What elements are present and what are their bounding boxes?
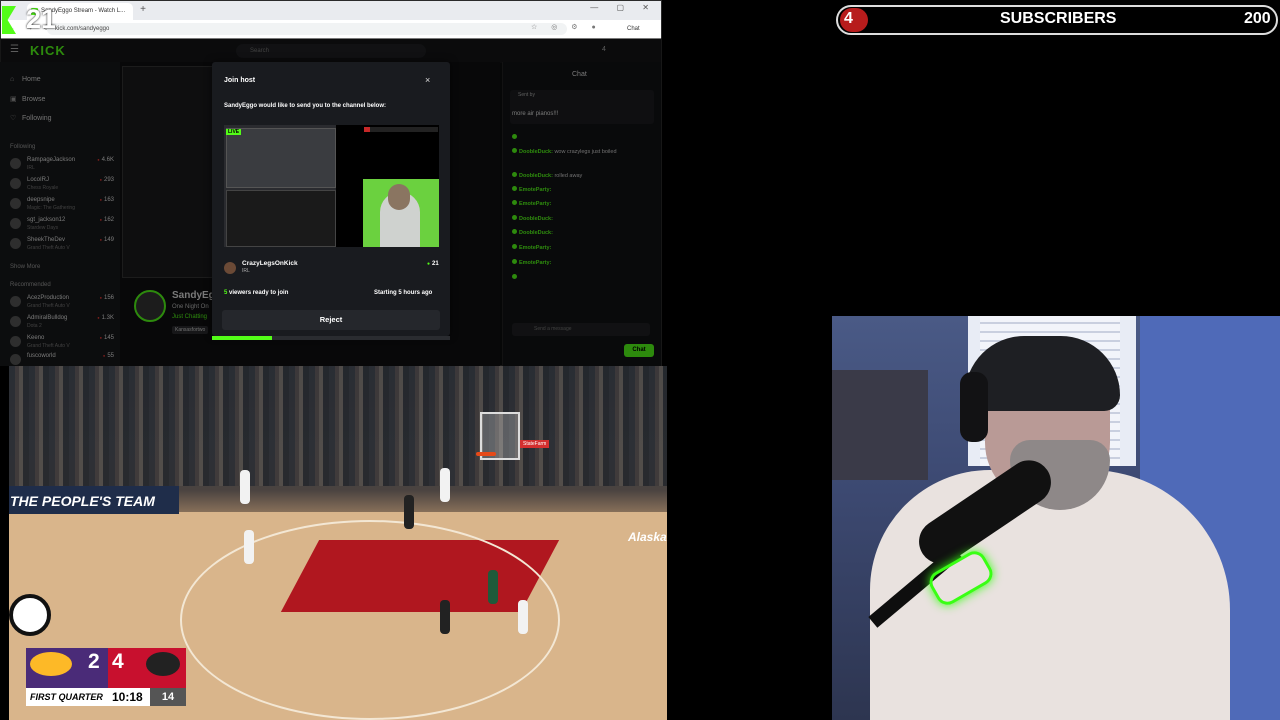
subscriber-goal: 200	[1244, 10, 1271, 27]
window-controls[interactable]: — ▢ ✕	[590, 3, 657, 12]
player	[488, 570, 498, 604]
new-tab-button[interactable]: +	[137, 3, 149, 17]
subscriber-label: SUBSCRIBERS	[1000, 10, 1117, 27]
browser-chat-button[interactable]: Chat	[627, 23, 657, 35]
player	[240, 470, 250, 504]
player	[440, 600, 450, 634]
shot-clock: 14	[150, 688, 186, 706]
blazers-pinwheel-icon	[146, 652, 180, 676]
crowd-stands	[9, 366, 667, 486]
host-category: IRL	[242, 268, 250, 274]
lakers-score: 2	[88, 650, 100, 673]
player	[244, 530, 254, 564]
sponsor-sign: StateFarm	[520, 440, 550, 448]
host-viewer-count: 21	[427, 261, 439, 267]
url-input[interactable]: kick.com/sandyeggo	[47, 23, 567, 35]
hoop-rim	[476, 452, 496, 456]
viewers-ready-text: 5 viewers ready to join	[224, 290, 288, 296]
preview-red-mark	[364, 127, 370, 132]
ready-label: viewers ready to join	[227, 290, 289, 296]
sponsor-alaska: Alaska	[628, 530, 667, 544]
starting-time: Starting 5 hours ago	[374, 290, 433, 296]
host-avatar	[224, 262, 236, 274]
preview-screen-bottom	[226, 190, 336, 247]
streamer-cap	[965, 336, 1120, 411]
preview-screen-top	[226, 128, 336, 188]
live-badge: LIVE	[226, 129, 242, 135]
viewer-counter: 21	[26, 4, 57, 34]
player	[518, 600, 528, 634]
quarter-label: FIRST QUARTER	[30, 692, 103, 702]
modal-title: Join host	[224, 77, 256, 84]
game-clock: 10:18	[112, 690, 143, 704]
player	[440, 468, 450, 502]
ad-board-text: THE PEOPLE'S TEAM	[10, 493, 155, 509]
preview-topbar	[364, 127, 438, 132]
host-channel-name: CrazyLegsOnKick	[242, 260, 298, 267]
preview-person-head	[388, 184, 410, 210]
tab-bar: SandyEggo Stream - Watch L... + — ▢ ✕	[1, 1, 661, 20]
blazers-score: 4	[112, 650, 124, 673]
close-icon[interactable]: ×	[425, 75, 430, 85]
three-point-arc	[180, 520, 560, 720]
lakers-logo-icon	[30, 652, 72, 676]
webcam-shelf	[832, 370, 928, 480]
blazers-logo-icon	[9, 594, 51, 636]
modal-message: SandyEggo would like to send you to the …	[224, 103, 387, 109]
address-bar: ← → ⟳ kick.com/sandyeggo ☆ ◎ ⚙ ● Chat	[1, 20, 661, 39]
player	[404, 495, 414, 529]
countdown-progress-fill	[212, 336, 272, 340]
reject-button[interactable]: Reject	[222, 310, 440, 330]
headphones-icon	[960, 372, 988, 442]
extension-icons[interactable]: ☆ ◎ ⚙ ●	[531, 23, 602, 31]
subscriber-count: 4	[844, 10, 853, 27]
